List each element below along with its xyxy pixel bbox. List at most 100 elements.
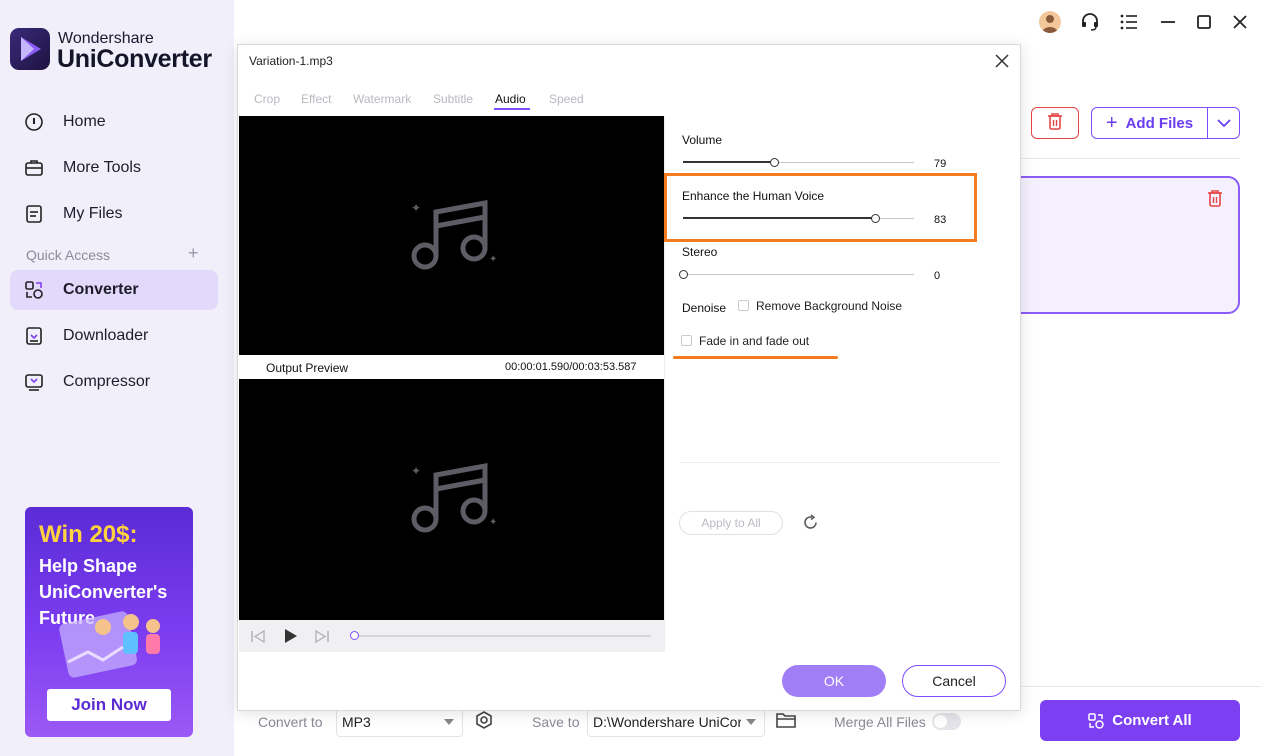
folder-icon[interactable] — [776, 712, 796, 733]
converter-icon — [23, 279, 45, 301]
dropdown-arrow-icon — [444, 719, 454, 725]
uniconverter-logo-icon — [10, 28, 50, 70]
music-note-icon: ✦ ✦ — [409, 461, 499, 542]
promo-banner[interactable]: Win 20$: Help Shape UniConverter's Futur… — [25, 507, 193, 737]
panel-divider — [680, 462, 1000, 463]
save-to-value: D:\Wondershare UniCor — [593, 714, 741, 730]
save-to-select[interactable]: D:\Wondershare UniCor — [587, 707, 765, 737]
audio-editor-dialog: Variation-1.mp3 Crop Effect Watermark Su… — [237, 44, 1021, 711]
playback-progress-knob[interactable] — [350, 631, 359, 640]
trash-icon — [1047, 112, 1063, 135]
apply-to-all-button[interactable]: Apply to All — [679, 511, 783, 535]
sidebar-item-converter[interactable]: Converter — [10, 270, 218, 310]
output-time: 00:00:01.590/00:03:53.587 — [505, 361, 637, 373]
tab-subtitle[interactable]: Subtitle — [433, 92, 473, 106]
close-icon[interactable] — [992, 51, 1012, 71]
sidebar-item-home[interactable]: Home — [10, 102, 218, 142]
sidebar-item-label: Downloader — [63, 327, 149, 344]
remove-background-noise-label: Remove Background Noise — [756, 299, 903, 313]
next-frame-icon[interactable] — [315, 629, 329, 648]
maximize-icon[interactable] — [1192, 10, 1216, 34]
convert-to-select[interactable]: MP3 — [336, 707, 463, 737]
convert-to-label: Convert to — [258, 714, 323, 730]
stereo-label: Stereo — [682, 245, 718, 259]
sidebar-item-label: Compressor — [63, 373, 151, 390]
fade-in-out-label: Fade in and fade out — [699, 334, 810, 348]
compressor-icon — [23, 371, 45, 393]
tab-effect[interactable]: Effect — [301, 92, 331, 106]
tab-speed[interactable]: Speed — [549, 92, 584, 106]
sidebar-item-label: Converter — [63, 281, 139, 298]
add-files-control: + Add Files — [1091, 107, 1240, 139]
dropdown-arrow-icon — [746, 719, 756, 725]
stereo-slider-track[interactable] — [683, 274, 914, 275]
quick-access-add-icon[interactable]: + — [188, 243, 199, 264]
promo-title: Win 20$: — [39, 521, 138, 548]
output-preview-label: Output Preview — [266, 361, 349, 375]
output-preview: ✦ ✦ — [239, 379, 664, 620]
original-preview: ✦ ✦ — [239, 116, 664, 355]
merge-all-toggle[interactable] — [932, 713, 961, 730]
previous-frame-icon[interactable] — [251, 629, 265, 648]
highlight-annotation-box — [664, 173, 977, 242]
svg-text:✦: ✦ — [411, 201, 421, 215]
sidebar-item-label: More Tools — [63, 159, 141, 176]
svg-text:✦: ✦ — [489, 517, 497, 528]
avatar[interactable] — [1039, 11, 1061, 33]
remove-background-noise-checkbox[interactable] — [738, 300, 749, 311]
file-card[interactable] — [1005, 176, 1240, 314]
add-files-button[interactable]: + Add Files — [1092, 108, 1208, 138]
fade-in-out-checkbox[interactable] — [681, 335, 692, 346]
sidebar-item-compressor[interactable]: Compressor — [10, 362, 218, 402]
divider — [1020, 686, 1261, 687]
convert-all-label: Convert All — [1112, 712, 1192, 729]
delete-all-button[interactable] — [1031, 107, 1079, 139]
sidebar-item-label: Home — [63, 113, 106, 130]
volume-slider-fill — [683, 161, 775, 163]
stereo-slider-knob[interactable] — [679, 270, 688, 279]
promo-illustration — [53, 602, 173, 687]
cancel-button[interactable]: Cancel — [902, 665, 1006, 697]
tab-watermark[interactable]: Watermark — [353, 92, 411, 106]
divider — [1020, 158, 1240, 159]
active-tab-indicator — [494, 108, 530, 110]
join-now-button[interactable]: Join Now — [47, 689, 171, 721]
tab-crop[interactable]: Crop — [254, 92, 280, 106]
volume-value: 79 — [934, 158, 947, 170]
files-icon — [23, 203, 45, 225]
play-icon[interactable] — [284, 628, 298, 649]
add-files-dropdown-button[interactable] — [1208, 114, 1239, 132]
chevron-down-icon — [1216, 114, 1231, 132]
quick-access-label: Quick Access — [26, 247, 111, 263]
volume-slider-knob[interactable] — [770, 158, 779, 167]
brand-name: UniConverter — [57, 45, 212, 73]
stereo-value: 0 — [934, 270, 941, 282]
settings-icon[interactable] — [475, 711, 493, 734]
delete-file-icon[interactable] — [1207, 189, 1223, 212]
denoise-label: Denoise — [682, 301, 727, 315]
reset-icon[interactable] — [802, 514, 819, 536]
sidebar-item-label: My Files — [63, 205, 123, 222]
sidebar-item-more-tools[interactable]: More Tools — [10, 148, 218, 188]
close-window-icon[interactable] — [1228, 10, 1252, 34]
convert-all-button[interactable]: Convert All — [1040, 700, 1240, 741]
merge-all-label: Merge All Files — [834, 714, 926, 730]
sidebar-item-downloader[interactable]: Downloader — [10, 316, 218, 356]
volume-label: Volume — [682, 133, 723, 147]
save-to-label: Save to — [532, 714, 580, 730]
music-note-icon: ✦ ✦ — [409, 198, 499, 279]
svg-text:✦: ✦ — [489, 254, 497, 265]
tab-audio[interactable]: Audio — [495, 92, 526, 106]
convert-to-value: MP3 — [342, 714, 371, 730]
sidebar-item-my-files[interactable]: My Files — [10, 194, 218, 234]
playback-progress-track[interactable] — [353, 635, 651, 637]
player-controls — [239, 620, 664, 652]
ok-button[interactable]: OK — [782, 665, 886, 697]
convert-all-icon — [1088, 712, 1105, 729]
add-files-label: Add Files — [1125, 114, 1194, 132]
highlight-annotation-underline — [673, 356, 838, 359]
menu-icon[interactable] — [1117, 10, 1141, 34]
headset-icon[interactable] — [1078, 10, 1102, 34]
minimize-icon[interactable] — [1156, 10, 1180, 34]
sidebar: Wondershare UniConverter Home More Tools… — [0, 0, 234, 756]
